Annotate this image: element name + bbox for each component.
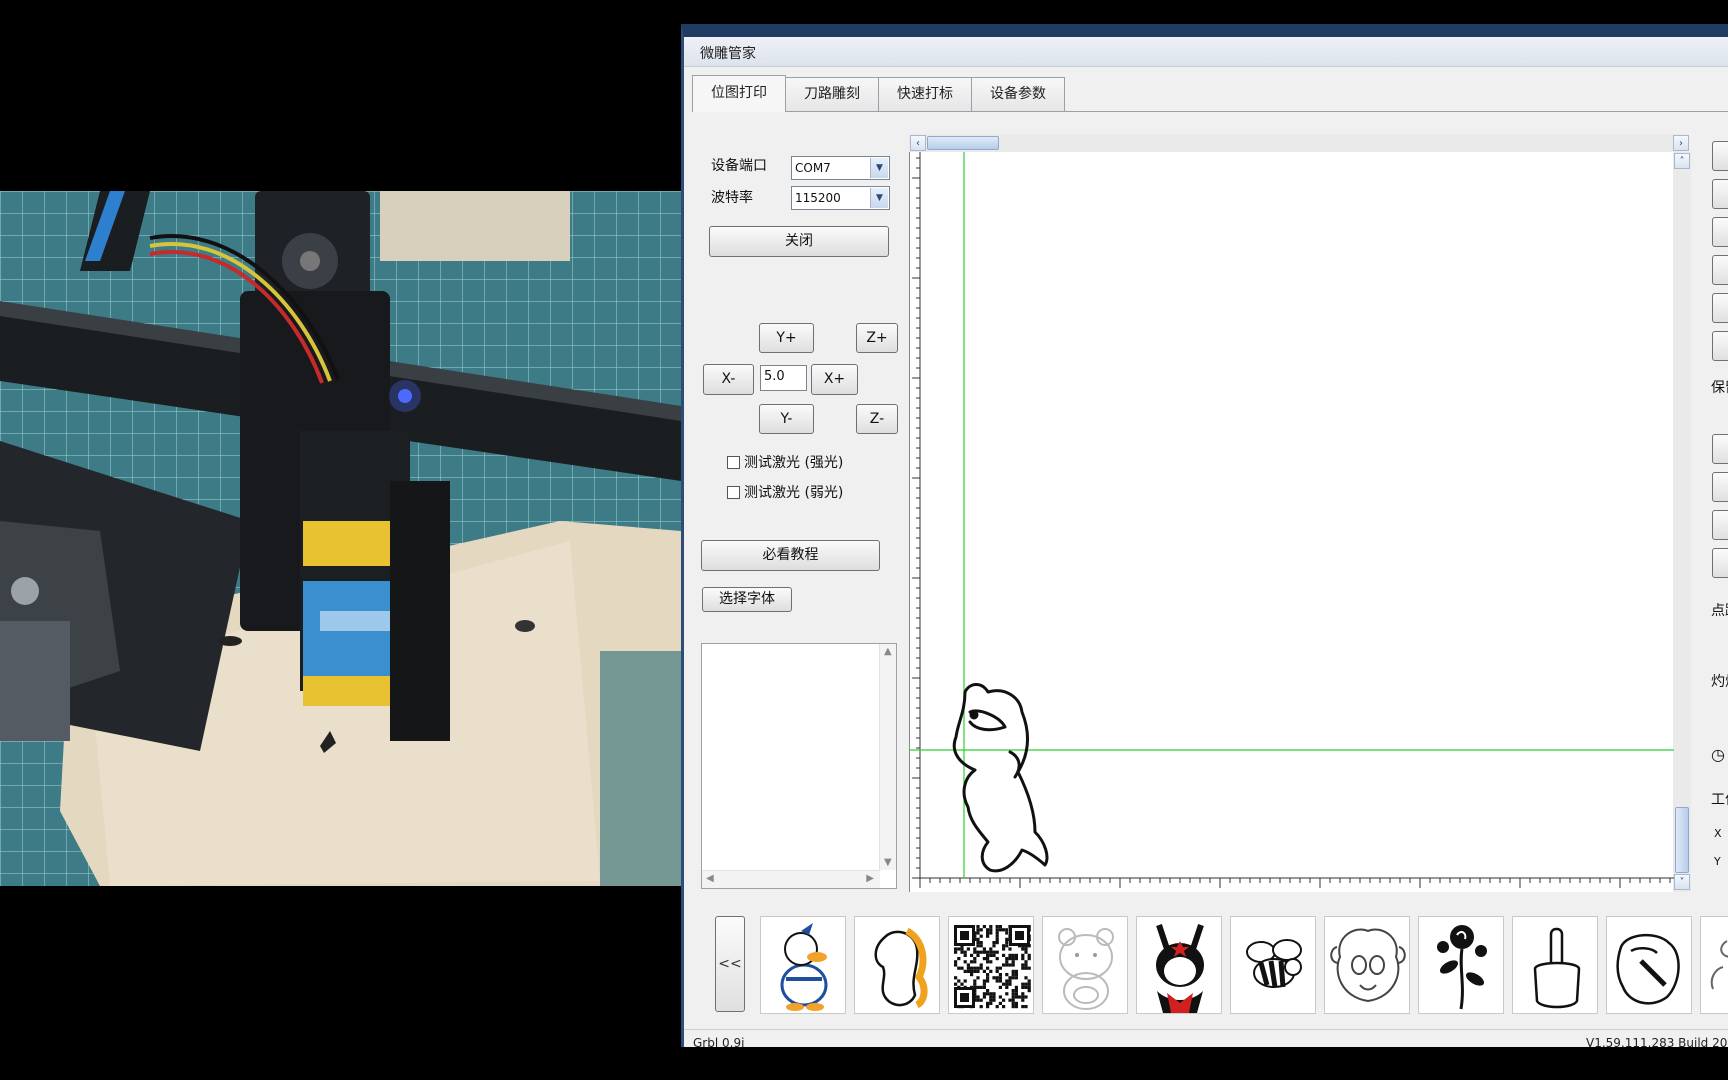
port-label: 设备端口 xyxy=(711,158,767,174)
laser-test-strong-label: 测试激光 (强光) xyxy=(744,455,844,471)
checkbox-box[interactable] xyxy=(727,456,740,469)
y-label: Y xyxy=(1714,855,1721,868)
bee-image xyxy=(1246,939,1302,988)
laser-engraver-photo xyxy=(0,191,681,886)
right-panel-button-3[interactable] xyxy=(1712,217,1728,247)
right-panel-button-8[interactable] xyxy=(1712,472,1728,502)
right-panel-button-5[interactable] xyxy=(1712,293,1728,323)
baud-select[interactable]: 115200 ▼ xyxy=(791,186,890,210)
vertical-scrollbar[interactable]: ▲ ▼ xyxy=(879,644,896,870)
chevron-right-icon[interactable]: ▶ xyxy=(866,873,874,884)
app-window: 微雕管家 位图打印 刀路雕刻 快速打标 设备参数 设备端口 COM7 ▼ 波特率… xyxy=(681,24,1728,1047)
engrave-canvas[interactable] xyxy=(909,152,1674,892)
firmware-status: Grbl 0.9j xyxy=(693,1036,745,1047)
scrollbar-thumb[interactable] xyxy=(927,136,999,150)
scrollbar-thumb[interactable] xyxy=(1675,807,1689,873)
right-panel-button-2[interactable] xyxy=(1712,179,1728,209)
chevron-up-icon[interactable]: ˄ xyxy=(1674,153,1690,169)
version-status: V1.59.111.283 Build 2020- xyxy=(1586,1036,1728,1047)
x-label: X xyxy=(1714,827,1722,840)
thumbnail-pony[interactable] xyxy=(854,916,940,1014)
laser-test-weak-checkbox[interactable]: 测试激光 (弱光) xyxy=(727,482,843,502)
thumbnail-duck[interactable] xyxy=(760,916,846,1014)
keep-label: 保留 xyxy=(1711,380,1728,396)
select-font-button[interactable]: 选择字体 xyxy=(702,587,792,612)
thumbnail-rose[interactable] xyxy=(1418,916,1504,1014)
jog-x-plus-button[interactable]: X+ xyxy=(811,364,858,395)
chevron-left-icon[interactable]: ‹ xyxy=(910,135,926,151)
qr-code-image xyxy=(954,925,1031,1009)
port-value: COM7 xyxy=(795,161,831,175)
partial-image xyxy=(1710,940,1728,990)
chevron-down-icon[interactable]: ▼ xyxy=(884,857,892,868)
chevron-right-icon[interactable]: › xyxy=(1673,135,1689,151)
thumbnail-rabbit-girl[interactable] xyxy=(1136,916,1222,1014)
hand-gesture-image xyxy=(1533,927,1581,1009)
right-panel-button-9[interactable] xyxy=(1712,510,1728,540)
thumbnail-bee[interactable] xyxy=(1230,916,1316,1014)
right-panel-button-4[interactable] xyxy=(1712,255,1728,285)
thumbnail-qr-code[interactable] xyxy=(948,916,1034,1014)
thumbnail-bear[interactable] xyxy=(1042,916,1128,1014)
jog-x-minus-button[interactable]: X- xyxy=(703,364,754,395)
close-connection-button[interactable]: 关闭 xyxy=(709,226,889,257)
right-panel-button-6[interactable] xyxy=(1712,331,1728,361)
window-title: 微雕管家 xyxy=(700,46,756,62)
pointing-hand-image xyxy=(1616,934,1680,1005)
jog-y-plus-button[interactable]: Y+ xyxy=(759,323,814,353)
right-panel-button-1[interactable] xyxy=(1712,141,1728,171)
jog-y-minus-button[interactable]: Y- xyxy=(759,404,814,434)
work-label: 工作 xyxy=(1711,792,1728,808)
canvas-horizontal-scrollbar[interactable]: ‹ xyxy=(909,134,1683,152)
chevron-down-icon[interactable]: ˅ xyxy=(1674,874,1690,890)
baud-label: 波特率 xyxy=(711,190,753,206)
burn-label: 灼烧 xyxy=(1711,674,1728,690)
tab-divider xyxy=(692,111,1728,112)
right-panel-button-7[interactable] xyxy=(1712,434,1728,464)
laser-test-weak-label: 测试激光 (弱光) xyxy=(744,485,844,501)
dropdown-arrow-icon[interactable]: ▼ xyxy=(870,158,888,178)
camera-feed xyxy=(0,191,681,886)
baud-value: 115200 xyxy=(795,191,841,205)
chevron-up-icon[interactable]: ▲ xyxy=(884,646,892,657)
clock-icon: ◷ xyxy=(1711,745,1725,764)
status-bar: Grbl 0.9j V1.59.111.283 Build 2020- xyxy=(684,1029,1728,1047)
tab-quick-mark[interactable]: 快速打标 xyxy=(878,77,972,111)
jog-z-minus-button[interactable]: Z- xyxy=(856,404,898,434)
checkbox-box[interactable] xyxy=(727,486,740,499)
right-panel-button-10[interactable] xyxy=(1712,548,1728,578)
dropdown-arrow-icon[interactable]: ▼ xyxy=(870,188,888,208)
rose-image xyxy=(1437,925,1487,1010)
laser-test-strong-checkbox[interactable]: 测试激光 (强光) xyxy=(727,452,843,472)
pony-image xyxy=(874,927,928,1009)
tab-device-params[interactable]: 设备参数 xyxy=(971,77,1065,111)
canvas-vertical-scrollbar[interactable]: ˄ ˅ xyxy=(1673,152,1691,892)
duck-image xyxy=(780,923,828,1011)
port-select[interactable]: COM7 ▼ xyxy=(791,156,890,180)
text-input-area[interactable]: ▲ ▼ ◀ ▶ xyxy=(701,643,897,889)
canvas-drawing xyxy=(910,152,1674,888)
point-spacing-label: 点距 xyxy=(1711,603,1728,619)
thumbnail-partial[interactable] xyxy=(1700,916,1728,1014)
horizontal-scrollbar[interactable]: ◀ ▶ xyxy=(702,870,880,888)
vertical-ruler xyxy=(912,157,920,879)
tab-toolpath-engrave[interactable]: 刀路雕刻 xyxy=(785,77,879,111)
tab-bar: 位图打印 刀路雕刻 快速打标 设备参数 xyxy=(692,75,1065,112)
screen: 微雕管家 位图打印 刀路雕刻 快速打标 设备参数 设备端口 COM7 ▼ 波特率… xyxy=(0,0,1728,1080)
rabbit-girl-image xyxy=(1156,924,1204,1013)
tutorial-button[interactable]: 必看教程 xyxy=(701,540,880,571)
horizontal-ruler xyxy=(919,878,1671,888)
thumbnail-sheep[interactable] xyxy=(1324,916,1410,1014)
thumbnail-pointing-hand[interactable] xyxy=(1606,916,1692,1014)
chevron-left-icon[interactable]: ◀ xyxy=(706,873,714,884)
tab-bitmap-print[interactable]: 位图打印 xyxy=(692,75,786,112)
jog-step-input[interactable]: 5.0 xyxy=(760,365,807,391)
thumbnails-prev-button[interactable]: << xyxy=(715,916,745,1012)
bear-image xyxy=(1058,928,1114,1010)
jog-z-plus-button[interactable]: Z+ xyxy=(856,323,898,353)
thumbnail-hand-gesture[interactable] xyxy=(1512,916,1598,1014)
title-bar: 微雕管家 xyxy=(684,37,1728,67)
horse-image[interactable] xyxy=(952,683,1049,873)
sheep-image xyxy=(1330,928,1406,1003)
